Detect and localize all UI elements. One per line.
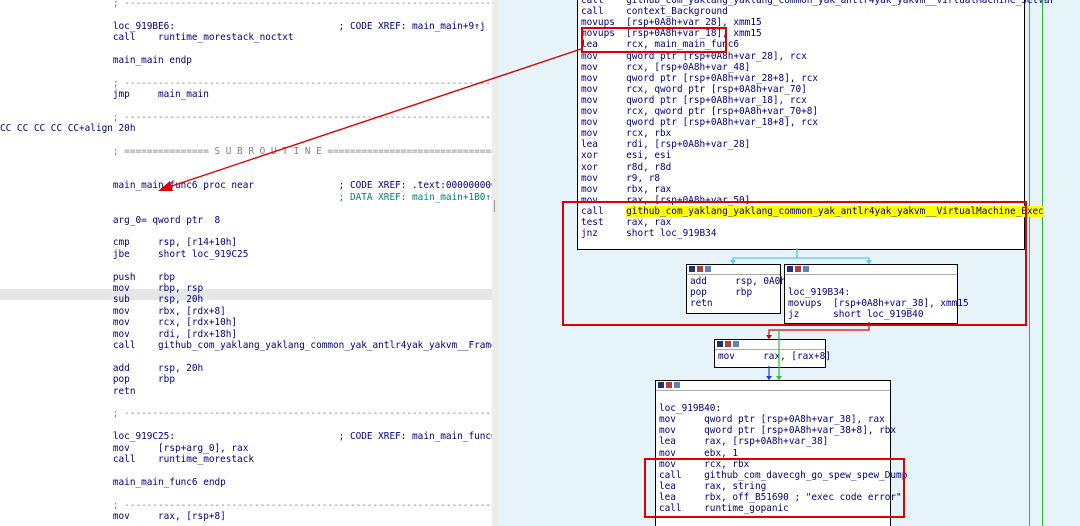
node-list-icon bbox=[733, 341, 739, 347]
annotation-box-exec bbox=[562, 201, 1027, 326]
listing-line[interactable]: call github_com_yaklang_yaklang_common_y… bbox=[0, 340, 492, 351]
instruction-line[interactable]: mov qword ptr [rsp+0A8h+var_38+8], rbx bbox=[659, 425, 896, 436]
listing-line[interactable]: ; --------------------------------------… bbox=[0, 112, 492, 123]
listing-line[interactable]: main_main_func6 endp bbox=[0, 477, 226, 488]
instruction-line[interactable]: call context_Background bbox=[581, 6, 728, 17]
instruction-line[interactable]: call github_com_yaklang_yaklang_common_y… bbox=[581, 0, 1055, 6]
instruction-line[interactable]: mov rcx, qword ptr [rsp+0A8h+var_70+8] bbox=[581, 106, 818, 117]
node-graph-icon bbox=[666, 382, 672, 388]
listing-line[interactable]: mov rbx, [rdx+8] bbox=[0, 306, 226, 317]
node-graph-icon bbox=[725, 341, 731, 347]
listing-line[interactable]: jmp main_main bbox=[0, 89, 209, 100]
listing-line[interactable]: ; DATA XREF: main_main+1B0↑o bbox=[0, 192, 492, 203]
listing-line[interactable]: push rbp bbox=[0, 272, 175, 283]
listing-line[interactable]: call runtime_morestack bbox=[0, 454, 254, 465]
node-header bbox=[715, 340, 825, 350]
listing-line[interactable]: ; =============== S U B R O U T I N E ==… bbox=[0, 146, 492, 157]
listing-line[interactable]: CC CC CC CC CC+align 20h bbox=[0, 123, 135, 134]
listing-line[interactable]: pop rbp bbox=[0, 374, 175, 385]
instruction-line[interactable]: mov rcx, qword ptr [rsp+0A8h+var_70] bbox=[581, 84, 807, 95]
listing-line[interactable]: ; --------------------------------------… bbox=[0, 500, 492, 511]
instruction-line[interactable]: mov ebx, 1 bbox=[659, 448, 738, 459]
graph-node-mov[interactable]: mov rax, [rax+8] bbox=[714, 339, 831, 368]
instruction-line[interactable]: mov qword ptr [rsp+0A8h+var_28+8], rcx bbox=[581, 73, 818, 84]
instruction-line[interactable]: lea rdi, [rsp+0A8h+var_28] bbox=[581, 139, 750, 150]
listing-line[interactable]: arg_0= qword ptr 8 bbox=[0, 215, 220, 226]
listing-line[interactable]: cmp rsp, [r14+10h] bbox=[0, 237, 237, 248]
annotation-box-lea bbox=[581, 27, 727, 53]
listing-line[interactable]: mov rcx, [rdx+10h] bbox=[0, 317, 237, 328]
instruction-line[interactable]: xor esi, esi bbox=[581, 150, 671, 161]
instruction-line[interactable]: mov rcx, rbx bbox=[581, 128, 671, 139]
annotation-box-dump bbox=[644, 458, 905, 518]
instruction-line[interactable]: loc_919B40: bbox=[659, 403, 721, 414]
listing-line[interactable]: loc_919BE6: ; CODE XREF: main_main+9↑j bbox=[0, 21, 486, 32]
listing-line[interactable]: mov rbp, rsp bbox=[0, 283, 203, 294]
instruction-line[interactable]: mov rcx, [rsp+0A8h+var_48] bbox=[581, 62, 750, 73]
listing-line[interactable]: ; --------------------------------------… bbox=[0, 408, 492, 419]
instruction-line[interactable]: mov rax, [rax+8] bbox=[718, 351, 831, 362]
instruction-line[interactable]: mov qword ptr [rsp+0A8h+var_18], rcx bbox=[581, 95, 807, 106]
node-color-icon bbox=[658, 382, 664, 388]
graph-view-panel[interactable]: call github_com_yaklang_yaklang_common_y… bbox=[497, 0, 1080, 526]
listing-line[interactable]: mov rax, [rsp+8] bbox=[0, 511, 226, 522]
node-color-icon bbox=[717, 341, 723, 347]
graph-edge bbox=[1029, 0, 1030, 526]
disassembly-listing-panel[interactable]: ; --------------------------------------… bbox=[0, 0, 492, 526]
listing-line[interactable]: loc_919C25: ; CODE XREF: main_main_func6… bbox=[0, 431, 492, 442]
listing-line[interactable]: mov [rsp+arg_0], rax bbox=[0, 443, 248, 454]
listing-line[interactable]: sub rsp, 20h bbox=[0, 294, 203, 305]
instruction-line[interactable]: mov r9, r8 bbox=[581, 173, 660, 184]
listing-line[interactable]: ; --------------------------------------… bbox=[0, 78, 492, 89]
node-list-icon bbox=[674, 382, 680, 388]
node-header bbox=[656, 381, 890, 391]
listing-line[interactable]: mov rdi, [rdx+18h] bbox=[0, 329, 237, 340]
instruction-line[interactable]: mov rbx, rax bbox=[581, 184, 671, 195]
listing-line[interactable]: main_main_func6 proc near ; CODE XREF: .… bbox=[0, 180, 492, 191]
listing-line[interactable]: ; --------------------------------------… bbox=[0, 0, 492, 9]
instruction-line[interactable]: mov qword ptr [rsp+0A8h+var_18+8], rcx bbox=[581, 117, 818, 128]
listing-line[interactable]: call runtime_morestack_noctxt bbox=[0, 32, 294, 43]
instruction-line[interactable]: lea rax, [rsp+0A8h+var_38] bbox=[659, 436, 828, 447]
listing-line[interactable]: add rsp, 20h bbox=[0, 363, 203, 374]
instruction-line[interactable]: xor r8d, r8d bbox=[581, 162, 671, 173]
listing-line[interactable]: retn bbox=[0, 386, 136, 397]
listing-line[interactable]: main_main endp bbox=[0, 55, 192, 66]
instruction-line[interactable]: mov qword ptr [rsp+0A8h+var_38], rax bbox=[659, 414, 885, 425]
listing-line[interactable]: jbe short loc_919C25 bbox=[0, 249, 248, 260]
graph-edge bbox=[1042, 0, 1043, 526]
